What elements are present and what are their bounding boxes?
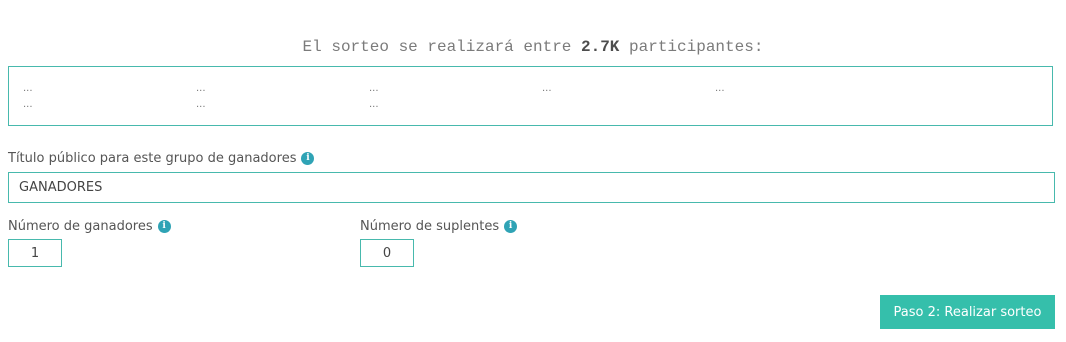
participant-item: ... (23, 83, 33, 94)
winners-field-label-text: Número de ganadores (8, 219, 153, 234)
info-icon[interactable]: i (157, 220, 171, 233)
headline-suffix: participantes: (629, 38, 764, 56)
participant-item: ... (196, 99, 206, 110)
group-title-input[interactable] (8, 172, 1055, 203)
substitutes-field-label: Número de suplentes i (360, 219, 518, 234)
participants-headline: El sorteo se realizará entre 2.7K partic… (0, 38, 1066, 56)
title-field-label-text: Título público para este grupo de ganado… (8, 151, 297, 166)
run-draw-button[interactable]: Paso 2: Realizar sorteo (880, 295, 1055, 329)
participant-item: ... (196, 83, 206, 94)
participants-box: ... ... ... ... ... ... ... ... (8, 66, 1053, 126)
headline-prefix: El sorteo se realizará entre (302, 38, 572, 56)
winners-field-label: Número de ganadores i (8, 219, 171, 234)
winners-count-input[interactable] (8, 239, 62, 267)
substitutes-field-label-text: Número de suplentes (360, 219, 500, 234)
participant-item: ... (369, 83, 379, 94)
participant-item: ... (23, 99, 33, 110)
info-icon[interactable]: i (301, 152, 315, 165)
title-field-label: Título público para este grupo de ganado… (8, 151, 315, 166)
participant-item: ... (715, 83, 725, 94)
info-icon[interactable]: i (504, 220, 518, 233)
participant-count: 2.7K (581, 38, 620, 56)
participant-item: ... (369, 99, 379, 110)
participant-item: ... (542, 83, 552, 94)
substitutes-count-input[interactable] (360, 239, 414, 267)
